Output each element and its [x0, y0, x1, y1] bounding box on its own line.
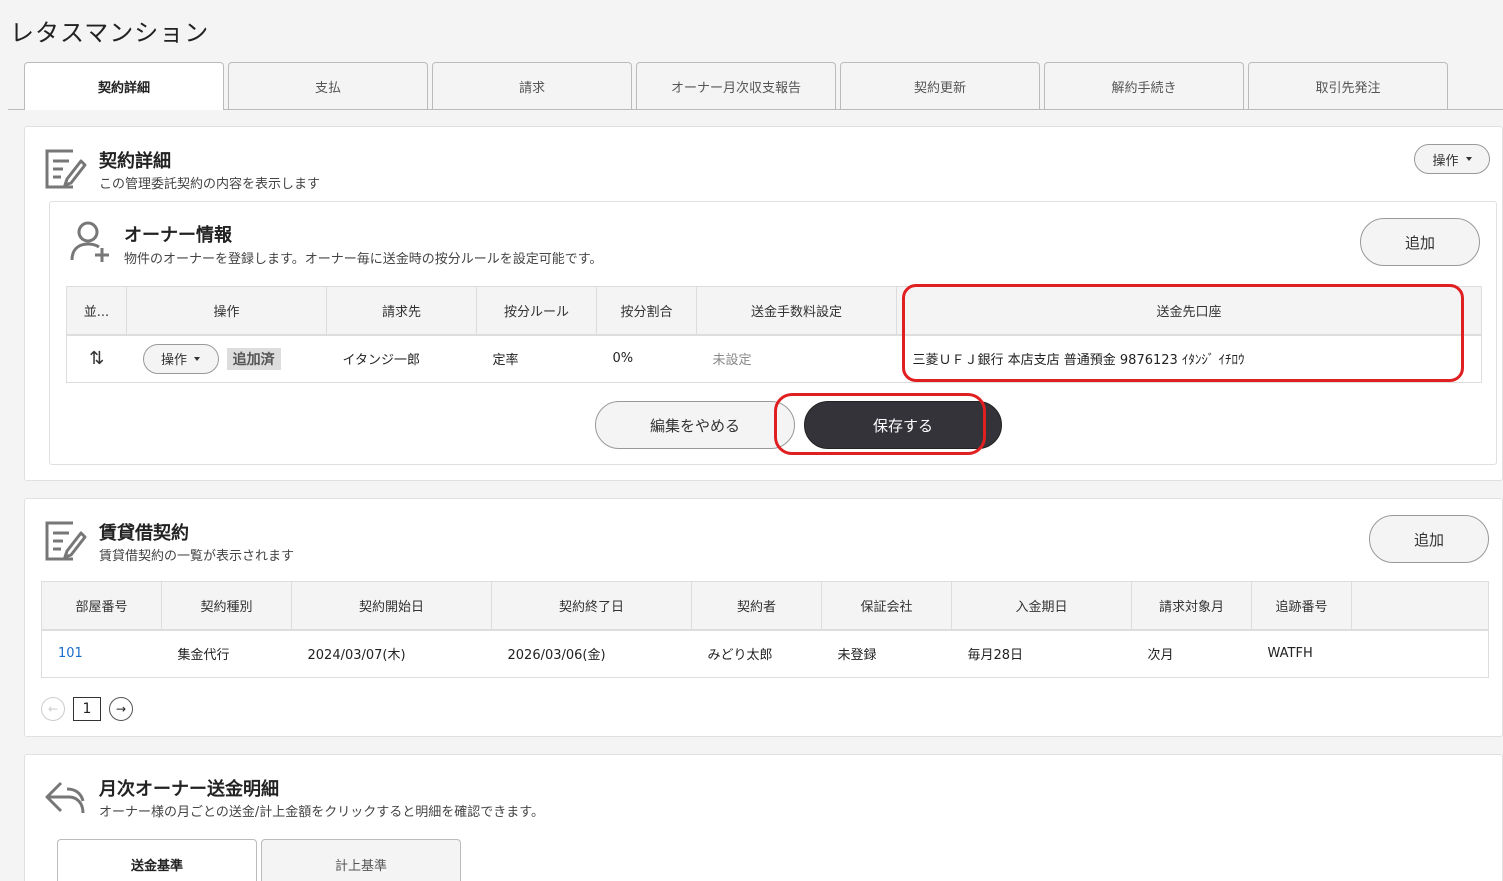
col-end-date: 契約終了日: [491, 581, 692, 631]
monthly-description: オーナー様の月ごとの送金/計上金額をクリックすると明細を確認できます。: [99, 805, 544, 820]
main-tabs: 契約詳細 支払 請求 オーナー月次収支報告 契約更新 解約手続き 取引先発注: [8, 62, 1503, 110]
contractor-cell: みどり太郎: [691, 629, 822, 678]
lease-title: 賃貸借契約: [99, 523, 189, 544]
add-owner-button[interactable]: 追加: [1360, 218, 1480, 266]
tab-billing[interactable]: 請求: [432, 62, 632, 109]
dropdown-label: 操作: [160, 353, 187, 369]
col-contractor: 契約者: [691, 581, 822, 631]
section-description: この管理委託契約の内容を表示します: [99, 177, 321, 192]
tab-remittance-basis[interactable]: 送金基準: [57, 839, 257, 881]
owner-table: 並... 操作 請求先 按分ルール 按分割合 送金手数料設定 送金先口座 ⇅ 操…: [66, 286, 1482, 383]
allocation-ratio-cell: 0%: [596, 334, 697, 383]
col-allocation-ratio: 按分割合: [596, 286, 697, 336]
table-header-row: 並... 操作 請求先 按分ルール 按分割合 送金手数料設定 送金先口座: [66, 286, 1482, 336]
contract-action-dropdown[interactable]: 操作: [1414, 144, 1490, 174]
empty-cell: [1351, 629, 1489, 678]
pagination: ← 1 →: [41, 697, 133, 721]
page-title: レタスマンション: [10, 19, 210, 47]
cancel-edit-button[interactable]: 編集をやめる: [595, 401, 795, 449]
contract-type-cell: 集金代行: [161, 629, 292, 678]
col-fee-setting: 送金手数料設定: [696, 286, 897, 336]
section-title: 契約詳細: [99, 151, 171, 172]
billing-to-cell: イタンジ一郎: [326, 334, 477, 383]
tab-cancellation[interactable]: 解約手続き: [1044, 62, 1244, 109]
row-action-dropdown[interactable]: 操作: [142, 343, 219, 374]
due-date-cell: 毎月28日: [951, 629, 1132, 678]
tab-accrual-basis[interactable]: 計上基準: [261, 839, 461, 881]
col-allocation-rule: 按分ルール: [476, 286, 597, 336]
monthly-title: 月次オーナー送金明細: [99, 779, 279, 800]
room-number-link[interactable]: 101: [58, 646, 83, 661]
tab-contract-renewal[interactable]: 契約更新: [840, 62, 1040, 109]
col-target-month: 請求対象月: [1131, 581, 1252, 631]
col-due-date: 入金期日: [951, 581, 1132, 631]
table-row: 101 集金代行 2024/03/07(木) 2026/03/06(金) みどり…: [41, 629, 1489, 678]
prev-page-button[interactable]: ←: [41, 697, 65, 721]
caret-down-icon: [194, 356, 200, 361]
tab-owner-monthly-report[interactable]: オーナー月次収支報告: [636, 62, 836, 109]
end-date-cell: 2026/03/06(金): [491, 629, 692, 678]
save-button[interactable]: 保存する: [804, 401, 1002, 449]
fee-setting-cell: 未設定: [696, 334, 897, 383]
owner-info-title: オーナー情報: [124, 225, 232, 246]
add-lease-button[interactable]: 追加: [1369, 515, 1489, 563]
tab-payment[interactable]: 支払: [228, 62, 428, 109]
col-start-date: 契約開始日: [291, 581, 492, 631]
edit-document-icon: [45, 149, 87, 189]
owner-info-card: オーナー情報 物件のオーナーを登録します。オーナー毎に送金時の按分ルールを設定可…: [49, 201, 1497, 465]
monthly-remittance-card: 月次オーナー送金明細 オーナー様の月ごとの送金/計上金額をクリックすると明細を確…: [24, 754, 1503, 881]
guarantor-cell: 未登録: [821, 629, 952, 678]
tracking-number-cell: WATFH: [1251, 629, 1352, 678]
dropdown-label: 操作: [1432, 153, 1459, 169]
col-remittance-account: 送金先口座: [896, 286, 1482, 336]
col-empty: [1351, 581, 1489, 631]
added-badge: 追加済: [226, 347, 281, 370]
caret-down-icon: [1465, 157, 1472, 161]
col-guarantor: 保証会社: [821, 581, 952, 631]
col-action: 操作: [126, 286, 327, 336]
row-action-cell: 操作 追加済: [126, 334, 327, 383]
remittance-account-cell: 三菱ＵＦＪ銀行 本店支店 普通預金 9876123 ｲﾀﾝｼﾞ ｲﾁﾛｳ: [896, 334, 1482, 383]
tab-contract-detail[interactable]: 契約詳細: [24, 62, 224, 110]
lease-contract-card: 賃貸借契約 賃貸借契約の一覧が表示されます 追加 部屋番号 契約種別 契約開始日…: [24, 498, 1503, 737]
table-header-row: 部屋番号 契約種別 契約開始日 契約終了日 契約者 保証会社 入金期日 請求対象…: [41, 581, 1489, 631]
room-number-cell: 101: [41, 629, 162, 678]
lease-description: 賃貸借契約の一覧が表示されます: [99, 549, 295, 564]
current-page[interactable]: 1: [73, 697, 101, 721]
lease-table: 部屋番号 契約種別 契約開始日 契約終了日 契約者 保証会社 入金期日 請求対象…: [41, 581, 1489, 678]
start-date-cell: 2024/03/07(木): [291, 629, 492, 678]
edit-document-icon: [45, 521, 87, 561]
allocation-rule-cell: 定率: [476, 334, 597, 383]
contract-detail-card: 契約詳細 この管理委託契約の内容を表示します 操作 オーナー情報 物件のオーナー…: [24, 126, 1503, 481]
col-room-number: 部屋番号: [41, 581, 162, 631]
col-billing-to: 請求先: [326, 286, 477, 336]
sort-arrows-icon[interactable]: ⇅: [66, 334, 127, 383]
col-tracking-number: 追跡番号: [1251, 581, 1352, 631]
col-contract-type: 契約種別: [161, 581, 292, 631]
target-month-cell: 次月: [1131, 629, 1252, 678]
tab-vendor-order[interactable]: 取引先発注: [1248, 62, 1448, 109]
table-row: ⇅ 操作 追加済 イタンジ一郎 定率 0% 未設定 三菱ＵＦＪ銀行 本店支店 普…: [66, 334, 1482, 383]
reply-arrow-icon: [45, 781, 85, 814]
owner-info-description: 物件のオーナーを登録します。オーナー毎に送金時の按分ルールを設定可能です。: [124, 252, 603, 267]
user-add-icon: [70, 221, 109, 262]
col-order[interactable]: 並...: [66, 286, 127, 336]
next-page-button[interactable]: →: [109, 697, 133, 721]
